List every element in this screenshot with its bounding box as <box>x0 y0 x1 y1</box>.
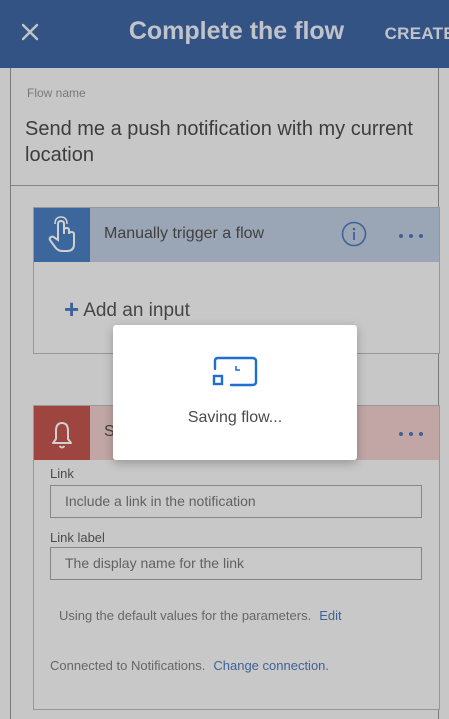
saving-dialog: Saving flow... <box>113 325 357 460</box>
saving-flow-icon <box>212 356 258 387</box>
saving-flow-text: Saving flow... <box>187 409 283 426</box>
app-screen: Complete the flow CREATE Flow name Send … <box>0 0 449 719</box>
